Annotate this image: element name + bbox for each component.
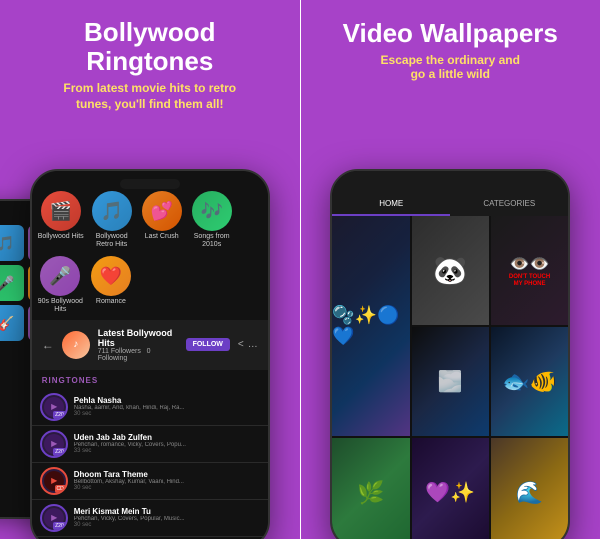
category-row-2[interactable]: 🎤 90s BollywoodHits ❤️ Romance: [32, 254, 268, 319]
ringtone-item-4[interactable]: ▶ Z20 Meri Kismat Mein Tu Pehchan, Vicky…: [32, 500, 268, 537]
badge-3: CD: [55, 485, 66, 493]
ringtone-name-2: Uden Jab Jab Zulfen: [74, 433, 260, 442]
ringtone-name-4: Meri Kismat Mein Tu: [74, 507, 260, 516]
profile-stats: 711 Followers 0 Following: [98, 348, 178, 362]
cat-label-3: Last Crush: [145, 233, 179, 241]
dont-touch-text: DON'T TOUCHMY PHONE: [509, 274, 550, 287]
wallpaper-6-nature[interactable]: 🌿: [332, 438, 409, 539]
ringtone-name-3: Dhoom Tara Theme: [74, 470, 260, 479]
wallpaper-3-eyes[interactable]: 👁️👁️ DON'T TOUCHMY PHONE: [491, 216, 568, 325]
fish-icon: 🐟🐠: [502, 369, 557, 395]
follow-button[interactable]: FOLLOW: [186, 338, 230, 351]
wallpaper-1-bubbles[interactable]: 🫧✨🔵💙: [332, 216, 409, 436]
ringtone-item-3[interactable]: ▶ CD Dhoom Tara Theme Bellbottom, Akshay…: [32, 463, 268, 500]
cat-circle-3: 💕: [142, 191, 182, 231]
avatar: ♪: [62, 331, 90, 359]
category-crush[interactable]: 💕 Last Crush: [140, 191, 184, 248]
profile-info: Latest Bollywood Hits 711 Followers 0 Fo…: [98, 328, 178, 362]
ringtone-info-3: Dhoom Tara Theme Bellbottom, Akshay, Kum…: [74, 470, 260, 491]
play-button-3[interactable]: ▶ CD: [40, 467, 68, 495]
thumb-8: 🎸: [0, 305, 24, 341]
fire-icon: 🌊: [516, 480, 543, 506]
ringtone-duration-1: 30 sec: [74, 411, 260, 417]
wallpaper-grid: 🫧✨🔵💙 🐼 👁️👁️ DON'T TOUCHMY PHONE 🌫️: [332, 216, 568, 539]
cat-circle-4: 🎶: [192, 191, 232, 231]
cat-label-4: Songs from2010s: [194, 233, 230, 248]
ringtone-info-1: Pehla Nasha Nasha, aamir, And, khan, Hin…: [74, 396, 260, 417]
bubble-icon: 🫧✨🔵💙: [332, 305, 409, 347]
tab-home[interactable]: HOME: [332, 193, 450, 216]
cat-label-5: 90s BollywoodHits: [38, 298, 83, 313]
badge-4: Z20: [53, 522, 66, 530]
category-romance[interactable]: ❤️ Romance: [89, 256, 133, 313]
ringtone-duration-3: 30 sec: [74, 485, 260, 491]
wallpaper-7-abstract[interactable]: 💜✨: [412, 438, 489, 539]
badge-2: Z20: [53, 448, 66, 456]
smoke-icon: 🌫️: [438, 369, 463, 394]
ringtone-item-2[interactable]: ▶ Z20 Uden Jab Jab Zulfen Pehchan, roman…: [32, 426, 268, 463]
wallpaper-5-fish[interactable]: 🐟🐠: [491, 327, 568, 436]
wallpaper-8-fire[interactable]: 🌊: [491, 438, 568, 539]
left-subtitle: From latest movie hits to retrotunes, yo…: [47, 81, 252, 112]
ringtone-duration-2: 33 sec: [74, 448, 260, 454]
more-icon[interactable]: …: [248, 339, 258, 350]
category-retro[interactable]: 🎵 BollywoodRetro Hits: [90, 191, 134, 248]
play-button-2[interactable]: ▶ Z20: [40, 430, 68, 458]
panel-divider: [300, 0, 301, 539]
thumb-5: 🎤: [0, 265, 24, 301]
profile-name: Latest Bollywood Hits: [98, 328, 178, 348]
cat-label-2: BollywoodRetro Hits: [96, 233, 128, 248]
ringtone-duration-4: 30 sec: [74, 522, 260, 528]
ringtone-info-2: Uden Jab Jab Zulfen Pehchan, romance, Vi…: [74, 433, 260, 454]
badge-1: Z20: [53, 411, 66, 419]
share-icon[interactable]: <: [238, 339, 244, 350]
category-2010s[interactable]: 🎶 Songs from2010s: [190, 191, 234, 248]
phone-notch: [120, 179, 180, 189]
right-panel: Video Wallpapers Escape the ordinary and…: [301, 0, 600, 539]
ringtone-info-4: Meri Kismat Mein Tu Pehchan, Vicky, Cove…: [74, 507, 260, 528]
cat-circle-5: 🎤: [40, 256, 80, 296]
main-phone-left: 🎬 Bollywood Hits 🎵 BollywoodRetro Hits 💕…: [30, 169, 270, 539]
profile-section: ← ♪ Latest Bollywood Hits 711 Followers …: [32, 320, 268, 370]
ringtone-name-1: Pehla Nasha: [74, 396, 260, 405]
thumb-2: 🎵: [0, 225, 24, 261]
cat-circle-6: ❤️: [91, 256, 131, 296]
cat-label-6: Romance: [96, 298, 126, 306]
cat-circle-2: 🎵: [92, 191, 132, 231]
category-90s[interactable]: 🎤 90s BollywoodHits: [38, 256, 83, 313]
panda-icon: 🐼: [433, 254, 468, 287]
ringtone-item-1[interactable]: ▶ Z20 Pehla Nasha Nasha, aamir, And, kha…: [32, 389, 268, 426]
main-phone-right: HOME CATEGORIES 🫧✨🔵💙 🐼 👁️👁️ DON'T TOU: [330, 169, 570, 539]
ringtones-section-label: RINGTONES: [32, 370, 268, 389]
tab-categories[interactable]: CATEGORIES: [450, 193, 568, 216]
play-button-1[interactable]: ▶ Z20: [40, 393, 68, 421]
share-icons[interactable]: < …: [238, 339, 258, 350]
left-panel: BollywoodRingtones From latest movie hit…: [0, 0, 300, 539]
wallpaper-2-panda[interactable]: 🐼: [412, 216, 489, 325]
abstract-icon: 💜✨: [425, 480, 475, 505]
cat-circle-1: 🎬: [41, 191, 81, 231]
right-title: Video Wallpapers: [343, 18, 558, 49]
cat-label-1: Bollywood Hits: [38, 233, 84, 241]
category-bollywood-hits[interactable]: 🎬 Bollywood Hits: [38, 191, 84, 248]
play-button-4[interactable]: ▶ Z20: [40, 504, 68, 532]
tabs-bar: HOME CATEGORIES: [332, 171, 568, 216]
left-title: BollywoodRingtones: [84, 18, 215, 75]
nature-icon: 🌿: [357, 480, 384, 506]
wallpaper-4-smoke[interactable]: 🌫️: [412, 327, 489, 436]
right-subtitle-2: go a little wild: [411, 67, 490, 81]
right-subtitle: Escape the ordinary and: [381, 53, 520, 67]
back-icon[interactable]: ←: [42, 338, 54, 352]
